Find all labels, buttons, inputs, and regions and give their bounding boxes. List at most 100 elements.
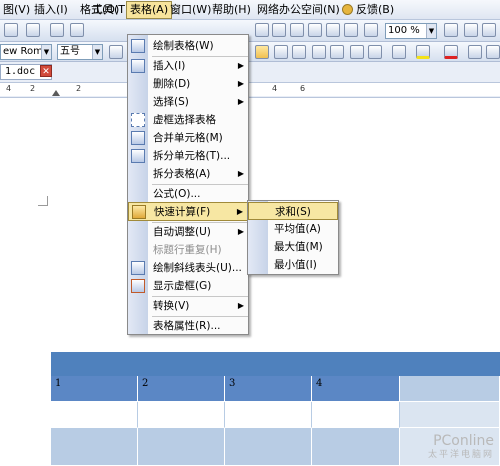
menu-item-formula[interactable]: 公式(O)...: [128, 185, 250, 203]
menu-item-label: 删除(D): [153, 78, 191, 90]
table-cell[interactable]: [138, 402, 225, 428]
pencil-icon: [131, 39, 145, 53]
menu-item-insert[interactable]: 插入(I) ▶: [128, 57, 250, 75]
menu-item-label: 求和(S): [275, 206, 311, 218]
menu-item-label: 公式(O)...: [153, 188, 201, 200]
menu-item-label: 拆分单元格(T)...: [153, 150, 231, 162]
read-icon[interactable]: [444, 23, 458, 37]
table-cell[interactable]: 3: [225, 376, 312, 402]
border-icon[interactable]: [392, 45, 406, 59]
bold-icon[interactable]: [109, 45, 123, 59]
calculator-icon: [132, 205, 146, 219]
char-spacing-icon[interactable]: [468, 45, 482, 59]
table-cell[interactable]: 1: [51, 376, 138, 402]
drawing-icon[interactable]: [308, 23, 322, 37]
submenu-arrow-icon: ▶: [237, 227, 244, 236]
table-row[interactable]: [51, 402, 500, 428]
doc-map-icon[interactable]: [326, 23, 340, 37]
char-border-icon[interactable]: [486, 45, 500, 59]
zoom-select[interactable]: 100 % ▼: [385, 23, 437, 39]
menu-view[interactable]: 图(V): [0, 1, 33, 19]
menu-item-autofit[interactable]: 自动调整(U) ▶: [128, 223, 250, 241]
table-cell[interactable]: [400, 402, 500, 428]
menu-table[interactable]: 表格(A): [126, 1, 173, 19]
spelling-icon[interactable]: [70, 23, 84, 37]
menu-item-merge-cells[interactable]: 合并单元格(M): [128, 129, 250, 147]
justify-icon[interactable]: [255, 45, 269, 59]
table-cell[interactable]: [225, 402, 312, 428]
submenu-arrow-icon: ▶: [237, 97, 244, 106]
menu-bar: 图(V) 插入(I) 格式(O) 工具(T) 表格(A) 窗口(W) 帮助(H)…: [0, 0, 500, 20]
line-spacing-icon[interactable]: [292, 45, 306, 59]
decrease-indent-icon[interactable]: [350, 45, 364, 59]
submenu-item-min[interactable]: 最小值(I): [248, 256, 338, 274]
menu-insert[interactable]: 插入(I): [31, 1, 71, 19]
menu-item-split-table[interactable]: 拆分表格(A) ▶: [128, 165, 250, 183]
menu-help[interactable]: 帮助(H): [209, 1, 254, 19]
menu-item-delete[interactable]: 删除(D) ▶: [128, 75, 250, 93]
table-cell[interactable]: [51, 428, 138, 466]
chevron-down-icon: ▼: [41, 45, 51, 59]
document-tab-bar: 1.doc * ✕ 4 2 2 4 6: [0, 62, 500, 98]
menu-item-label: 转换(V): [153, 300, 190, 312]
menu-item-select[interactable]: 选择(S) ▶: [128, 93, 250, 111]
menu-feedback[interactable]: 反馈(B): [340, 1, 397, 19]
close-icon[interactable]: ✕: [40, 65, 52, 77]
horizontal-ruler[interactable]: 4 2 2 4 6: [0, 82, 500, 96]
table-cell[interactable]: [138, 428, 225, 466]
highlight-icon[interactable]: [416, 45, 430, 59]
menu-item-draw-table[interactable]: 绘制表格(W): [128, 37, 250, 55]
table-cell[interactable]: [51, 402, 138, 428]
chevron-down-icon: ▼: [426, 24, 436, 38]
merge-cells-icon: [131, 131, 145, 145]
font-color-icon[interactable]: [444, 45, 458, 59]
menu-window[interactable]: 窗口(W): [167, 1, 214, 19]
watermark-sub: 太平洋电脑网: [427, 450, 494, 460]
menu-item-diagonal-header[interactable]: 绘制斜线表头(U)...: [128, 259, 250, 277]
increase-indent-icon[interactable]: [368, 45, 382, 59]
insert-table-icon[interactable]: [272, 23, 286, 37]
numbering-icon[interactable]: [312, 45, 326, 59]
columns-icon[interactable]: [290, 23, 304, 37]
split-cells-icon: [131, 149, 145, 163]
menu-item-convert[interactable]: 转换(V) ▶: [128, 297, 250, 315]
print-preview-icon[interactable]: [50, 23, 64, 37]
table-row[interactable]: 1 2 3 4: [51, 376, 500, 402]
paragraph-icon[interactable]: [364, 23, 378, 37]
table-icon: [131, 59, 145, 73]
menu-web-office[interactable]: 网络办公空间(N): [254, 1, 343, 19]
indent-marker-icon[interactable]: [52, 83, 60, 96]
quick-calc-submenu: 求和(S) 平均值(A) 最大值(M) 最小值(I): [247, 200, 339, 275]
font-size-select[interactable]: 五号 ▼: [57, 44, 103, 60]
table-header-row[interactable]: [51, 352, 500, 376]
table-cell[interactable]: [312, 402, 400, 428]
menu-item-select-table-frame[interactable]: 虚框选择表格: [128, 111, 250, 129]
table-cell[interactable]: [312, 428, 400, 466]
print-icon[interactable]: [26, 23, 40, 37]
ruler-number: 4: [6, 84, 12, 93]
menu-item-split-cells[interactable]: 拆分单元格(T)...: [128, 147, 250, 165]
submenu-item-average[interactable]: 平均值(A): [248, 220, 338, 238]
save-icon[interactable]: [4, 23, 18, 37]
show-hide-icon[interactable]: [344, 23, 358, 37]
menu-item-label: 最大值(M): [274, 241, 323, 253]
bullets-icon[interactable]: [330, 45, 344, 59]
select-table-icon: [131, 113, 145, 127]
table-cell[interactable]: 2: [138, 376, 225, 402]
distribute-icon[interactable]: [274, 45, 288, 59]
formula-icon[interactable]: [255, 23, 269, 37]
table-cell[interactable]: [225, 428, 312, 466]
submenu-arrow-icon: ▶: [237, 169, 244, 178]
menu-item-label: 绘制斜线表头(U)...: [153, 262, 242, 274]
font-size-value: 五号: [60, 46, 80, 57]
table-cell[interactable]: 4: [312, 376, 400, 402]
submenu-item-sum[interactable]: 求和(S): [248, 202, 338, 220]
help-icon[interactable]: [482, 23, 496, 37]
menu-item-quick-calc[interactable]: 快速计算(F) ▶: [128, 202, 250, 221]
submenu-item-max[interactable]: 最大值(M): [248, 238, 338, 256]
menu-item-show-gridlines[interactable]: 显示虚框(G): [128, 277, 250, 295]
research-icon[interactable]: [464, 23, 478, 37]
table-cell[interactable]: [400, 376, 500, 402]
font-name-select[interactable]: ew Roman ▼: [0, 44, 52, 60]
menu-item-table-properties[interactable]: 表格属性(R)...: [128, 317, 250, 335]
